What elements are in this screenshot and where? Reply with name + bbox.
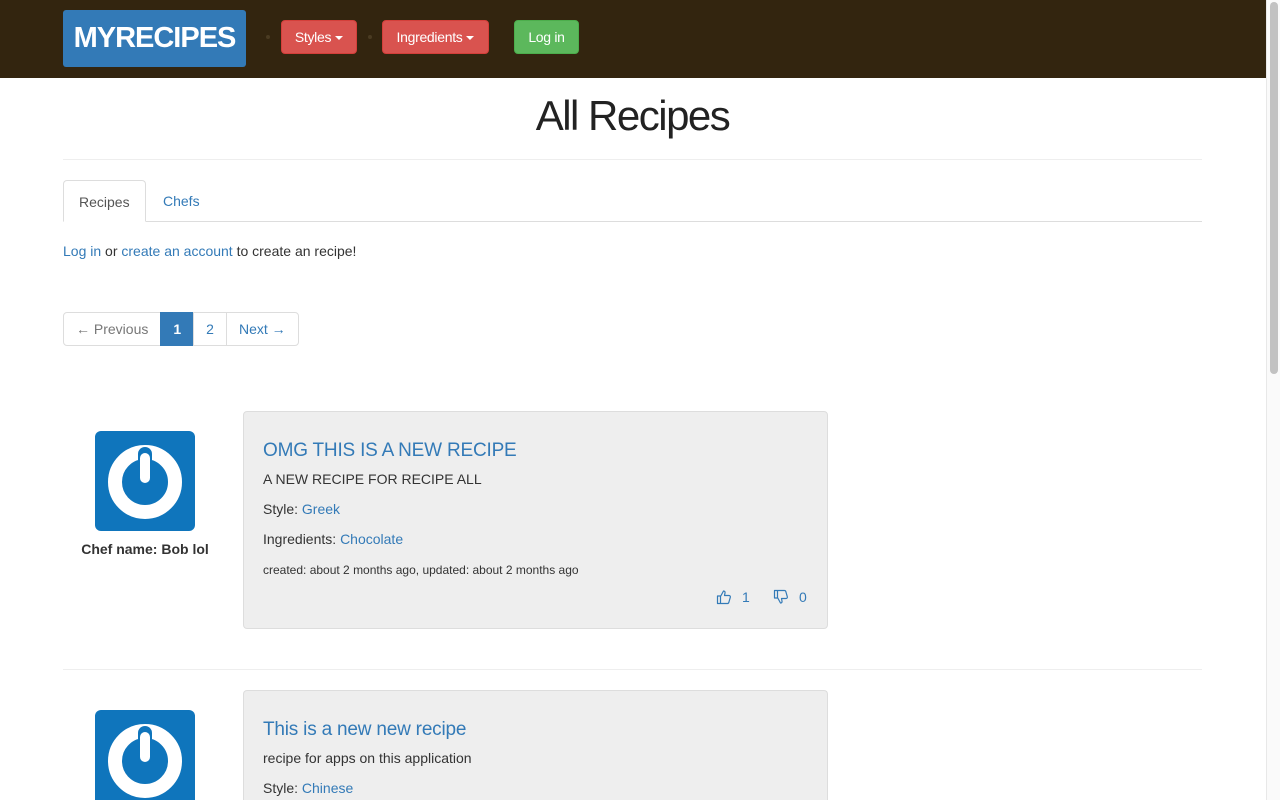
like-button[interactable]: 1 [716, 589, 750, 605]
create-account-link[interactable]: create an account [121, 243, 232, 259]
pagination: ← Previous 1 2 Next → [63, 312, 299, 346]
ingredients-label: Ingredients: [263, 531, 341, 547]
recipe-title-link[interactable]: This is a new new recipe [263, 719, 466, 741]
recipe-ingredients: Ingredients: Chocolate [263, 531, 403, 547]
caret-down-icon [466, 36, 475, 41]
like-count: 1 [742, 589, 750, 605]
styles-label: Styles [294, 29, 332, 45]
thumbs-up-icon [716, 590, 731, 605]
divider [63, 669, 1202, 670]
scrollbar-thumb[interactable] [1270, 2, 1278, 374]
style-label: Style: [263, 501, 302, 517]
recipe-style: Style: Chinese [263, 780, 353, 796]
ingredient-link[interactable]: Chocolate [340, 531, 403, 547]
nav-separator [266, 35, 270, 39]
styles-dropdown-button[interactable]: Styles [281, 20, 357, 54]
tab-chefs-link[interactable]: Chefs [163, 193, 200, 209]
tabs-border [63, 221, 1202, 222]
recipe-title-link[interactable]: OMG THIS IS A NEW RECIPE [263, 440, 517, 462]
caret-down-icon [335, 36, 344, 41]
chef-avatar[interactable] [95, 710, 195, 800]
tab-recipes[interactable]: Recipes [63, 180, 146, 222]
style-label: Style: [263, 780, 302, 796]
thumbs-down-icon [773, 589, 788, 604]
chef-name: Chef name: Bob lol [81, 541, 209, 557]
recipe-card: OMG THIS IS A NEW RECIPE A NEW RECIPE FO… [243, 411, 828, 629]
scrollbar[interactable] [1266, 0, 1280, 800]
ingredients-label: Ingredients [396, 29, 463, 45]
dislike-count: 0 [799, 589, 807, 605]
login-prompt-suffix: to create an recipe! [232, 243, 357, 259]
brand-logo[interactable]: MYRECIPES [63, 10, 246, 67]
recipe-summary: recipe for apps on this application [263, 750, 472, 766]
page-title: All Recipes [535, 92, 731, 139]
divider [63, 159, 1202, 160]
login-prompt: Log in or create an account to create an… [63, 243, 356, 259]
power-icon [108, 445, 182, 519]
dislike-button[interactable]: 0 [773, 589, 807, 605]
chef-avatar[interactable] [95, 431, 195, 531]
ingredients-dropdown-button[interactable]: Ingredients [382, 20, 489, 54]
login-link[interactable]: Log in [63, 243, 101, 259]
recipe-timestamps: created: about 2 months ago, updated: ab… [263, 563, 579, 577]
tab-chefs[interactable]: Chefs [148, 180, 215, 222]
login-button[interactable]: Log in [514, 20, 579, 54]
nav-separator [368, 35, 372, 39]
navbar: MYRECIPES Styles Ingredients Log in [0, 0, 1266, 78]
style-link[interactable]: Chinese [302, 780, 353, 796]
login-prompt-or: or [101, 243, 122, 259]
recipe-card: This is a new new recipe recipe for apps… [243, 690, 828, 800]
previous-page-button[interactable]: ← Previous [63, 312, 162, 346]
power-icon [108, 724, 182, 798]
recipe-style: Style: Greek [263, 501, 340, 517]
page-2-button[interactable]: 2 [193, 312, 227, 346]
recipe-summary: A NEW RECIPE FOR RECIPE ALL [263, 471, 482, 487]
next-page-button[interactable]: Next → [225, 312, 299, 346]
page-1-button[interactable]: 1 [160, 312, 195, 346]
style-link[interactable]: Greek [302, 501, 340, 517]
